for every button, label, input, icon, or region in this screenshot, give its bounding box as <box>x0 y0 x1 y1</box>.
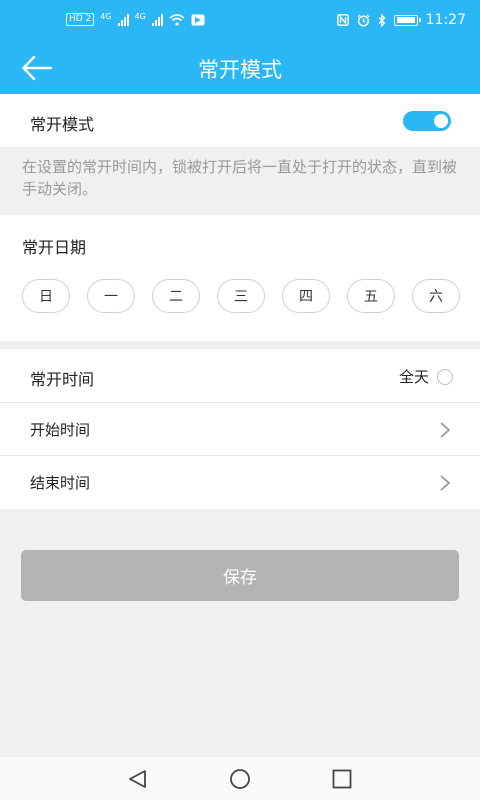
battery-icon <box>393 14 421 26</box>
status-right: 11:27 <box>336 12 466 28</box>
bluetooth-icon <box>378 13 386 27</box>
network-type-2: 4G <box>134 12 146 21</box>
alarm-icon <box>357 14 370 27</box>
day-selector: 日 一 二 三 四 五 六 <box>22 279 460 313</box>
page-title: 常开模式 <box>198 58 282 82</box>
nav-recents-icon[interactable] <box>330 767 354 791</box>
start-time-label: 开始时间 <box>30 421 91 439</box>
all-day-radio[interactable] <box>437 368 453 385</box>
day-wednesday[interactable]: 三 <box>217 279 265 313</box>
nav-home-icon[interactable] <box>228 767 252 791</box>
save-button[interactable]: 保存 <box>21 550 459 601</box>
time-section: 常开时间 全天 开始时间 结束时间 <box>0 349 480 509</box>
day-tuesday[interactable]: 二 <box>152 279 200 313</box>
chevron-right-icon <box>440 422 451 438</box>
all-day-option[interactable]: 全天 <box>399 366 453 387</box>
mode-label: 常开模式 <box>30 115 95 134</box>
nav-back-icon[interactable] <box>126 767 150 791</box>
mode-description: 在设置的常开时间内，锁被打开后将一直处于打开的状态，直到被手动关闭。 <box>22 158 458 198</box>
time-title-row: 常开时间 全天 <box>0 349 480 402</box>
signal-icon <box>117 13 129 26</box>
signal-icon <box>151 13 163 26</box>
days-title: 常开日期 <box>22 238 87 257</box>
days-section: 常开日期 日 一 二 三 四 五 六 <box>0 215 480 341</box>
chevron-right-icon <box>440 475 451 491</box>
day-sunday[interactable]: 日 <box>22 279 70 313</box>
mode-toggle[interactable] <box>403 111 451 131</box>
nfc-icon <box>336 14 349 26</box>
hd-badge: HD 2 <box>66 13 95 26</box>
day-saturday[interactable]: 六 <box>412 279 460 313</box>
start-time-row[interactable]: 开始时间 <box>0 403 480 456</box>
toggle-knob <box>434 114 448 128</box>
wifi-icon <box>169 13 185 26</box>
end-time-label: 结束时间 <box>30 474 91 492</box>
network-type-1: 4G <box>100 12 112 21</box>
system-nav-bar <box>0 757 480 800</box>
day-monday[interactable]: 一 <box>87 279 135 313</box>
day-friday[interactable]: 五 <box>347 279 395 313</box>
cast-icon <box>191 14 205 25</box>
app-bar: 常开模式 <box>0 42 480 94</box>
clock: 11:27 <box>425 12 466 28</box>
end-time-row[interactable]: 结束时间 <box>0 456 480 509</box>
status-bar: HD 2 4G 4G 11:27 <box>0 0 480 42</box>
all-day-label: 全天 <box>398 368 429 386</box>
mode-row: 常开模式 <box>0 94 480 147</box>
time-title: 常开时间 <box>30 370 95 389</box>
day-thursday[interactable]: 四 <box>282 279 330 313</box>
status-left: HD 2 4G 4G <box>66 13 205 26</box>
